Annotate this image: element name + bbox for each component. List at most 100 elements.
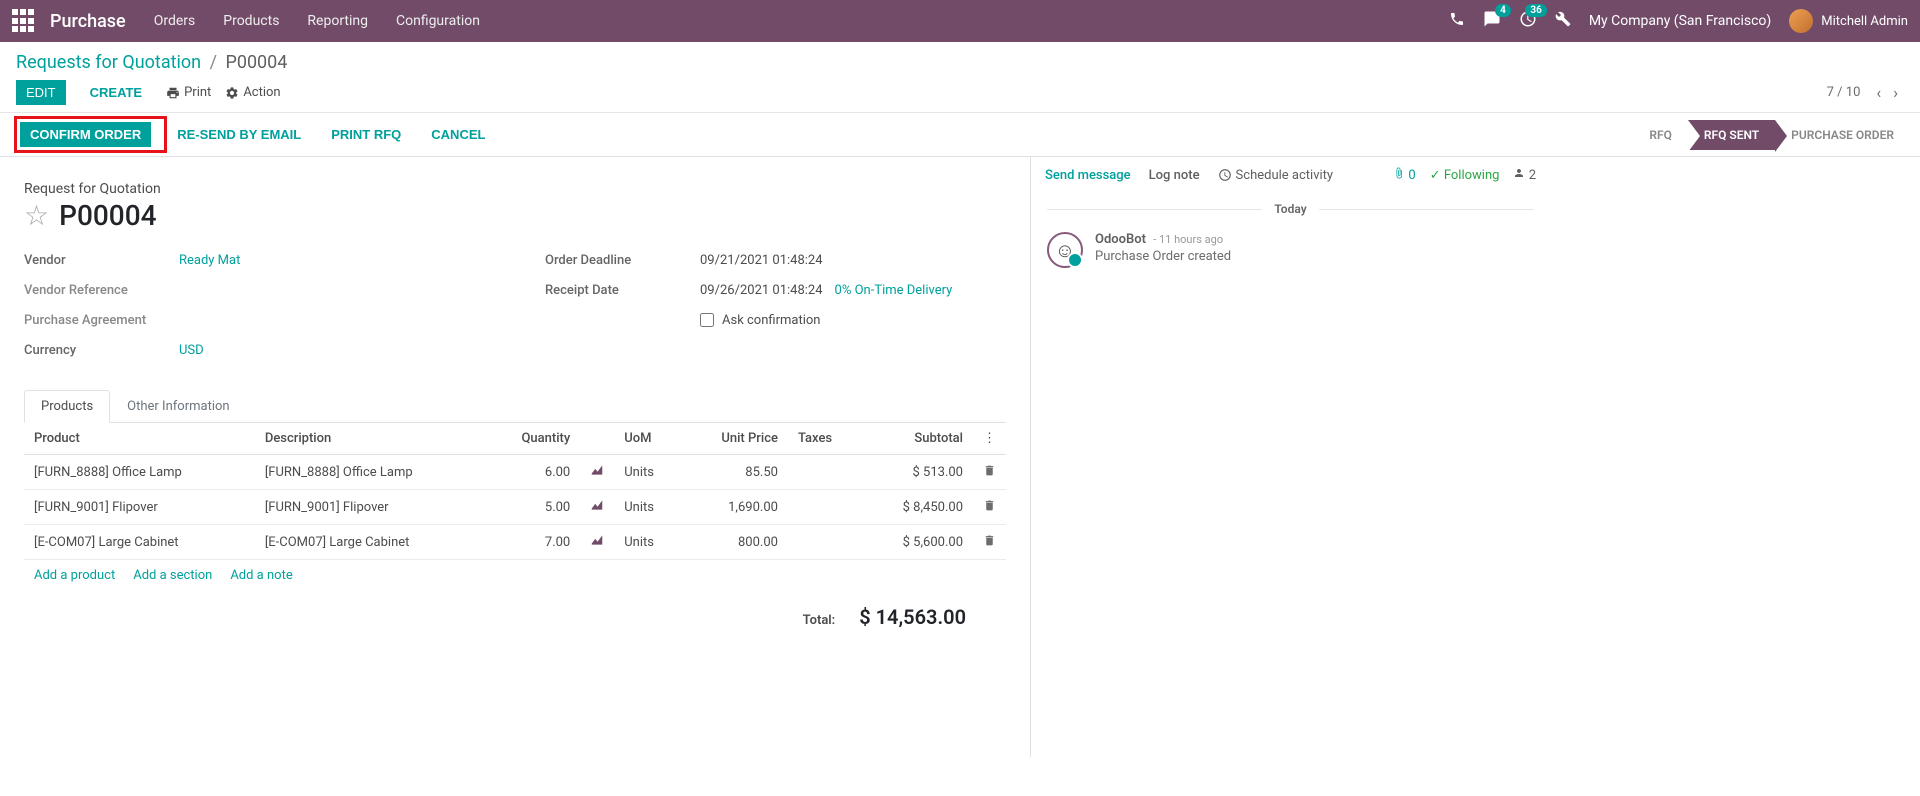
cell-taxes [788, 525, 862, 560]
pager-next[interactable]: › [1887, 79, 1904, 106]
priority-star-icon[interactable]: ☆ [24, 199, 49, 232]
cell-uom: Units [614, 525, 682, 560]
title-label: Request for Quotation [24, 181, 1006, 197]
order-lines-table: Product Description Quantity UoM Unit Pr… [24, 423, 1006, 560]
chatter-message: ☺ OdooBot - 11 hours ago Purchase Order … [1031, 224, 1550, 276]
forecast-icon[interactable] [580, 455, 614, 490]
tab-other-information[interactable]: Other Information [110, 390, 246, 423]
nav-orders[interactable]: Orders [154, 13, 196, 29]
messages-icon[interactable]: 4 [1483, 10, 1501, 32]
print-dropdown[interactable]: Print [166, 85, 211, 100]
vendor-field[interactable]: Ready Mat [179, 253, 240, 268]
table-row[interactable]: [FURN_9001] Flipover[FURN_9001] Flipover… [24, 490, 1006, 525]
table-optional-columns[interactable]: ⋮ [973, 423, 1006, 455]
stage-rfq[interactable]: RFQ [1633, 120, 1688, 150]
resend-email-button[interactable]: RE-SEND BY EMAIL [167, 122, 311, 147]
ask-confirmation-checkbox[interactable] [700, 313, 714, 327]
send-message-link[interactable]: Send message [1045, 168, 1131, 183]
stage-rfq-sent[interactable]: RFQ SENT [1688, 120, 1775, 150]
col-taxes: Taxes [788, 423, 862, 455]
nav-products[interactable]: Products [223, 13, 279, 29]
cell-description: [E-COM07] Large Cabinet [255, 525, 486, 560]
breadcrumb-root[interactable]: Requests for Quotation [16, 52, 201, 73]
debug-icon[interactable] [1555, 11, 1571, 31]
breadcrumb: Requests for Quotation / P00004 [16, 52, 1904, 73]
total-amount: $ 14,563.00 [859, 605, 966, 629]
cell-product: [FURN_8888] Office Lamp [24, 455, 255, 490]
person-icon [1513, 167, 1525, 179]
clock-icon [1218, 168, 1232, 182]
nav-menu: Orders Products Reporting Configuration [154, 13, 480, 29]
pager-prev[interactable]: ‹ [1870, 79, 1887, 106]
activity-icon[interactable]: 36 [1519, 10, 1537, 32]
col-description: Description [255, 423, 486, 455]
cell-subtotal: $ 5,600.00 [862, 525, 973, 560]
apps-icon[interactable] [12, 9, 36, 33]
cell-product: [E-COM07] Large Cabinet [24, 525, 255, 560]
add-section-link[interactable]: Add a section [133, 568, 212, 583]
print-icon [166, 86, 180, 100]
receipt-date-label: Receipt Date [545, 283, 700, 298]
delete-row-icon[interactable] [973, 455, 1006, 490]
add-product-link[interactable]: Add a product [34, 568, 115, 583]
message-author[interactable]: OdooBot [1095, 232, 1146, 247]
pager-value[interactable]: 7 / 10 [1827, 85, 1861, 100]
cell-product: [FURN_9001] Flipover [24, 490, 255, 525]
nav-configuration[interactable]: Configuration [396, 13, 480, 29]
paperclip-icon [1393, 167, 1405, 179]
cell-quantity: 7.00 [486, 525, 581, 560]
add-note-link[interactable]: Add a note [230, 568, 292, 583]
cell-price: 800.00 [683, 525, 788, 560]
delete-row-icon[interactable] [973, 490, 1006, 525]
message-body: Purchase Order created [1095, 249, 1231, 264]
followers-count[interactable]: 2 [1513, 167, 1536, 183]
order-deadline-field: 09/21/2021 01:48:24 [700, 253, 823, 268]
breadcrumb-current: P00004 [225, 52, 287, 73]
message-time: - 11 hours ago [1153, 233, 1223, 246]
cell-taxes [788, 490, 862, 525]
table-row[interactable]: [E-COM07] Large Cabinet[E-COM07] Large C… [24, 525, 1006, 560]
user-menu[interactable]: Mitchell Admin [1789, 9, 1908, 33]
nav-reporting[interactable]: Reporting [307, 13, 368, 29]
forecast-icon[interactable] [580, 525, 614, 560]
stage-purchase-order[interactable]: PURCHASE ORDER [1775, 120, 1910, 150]
table-row[interactable]: [FURN_8888] Office Lamp[FURN_8888] Offic… [24, 455, 1006, 490]
schedule-activity-link[interactable]: Schedule activity [1218, 168, 1334, 183]
title-block: Request for Quotation ☆ P00004 [24, 181, 1006, 232]
tab-products[interactable]: Products [24, 390, 110, 423]
cell-subtotal: $ 513.00 [862, 455, 973, 490]
action-dropdown[interactable]: Action [225, 85, 280, 100]
create-button[interactable]: CREATE [80, 80, 152, 105]
status-stages: RFQ RFQ SENT PURCHASE ORDER [1633, 120, 1910, 150]
col-unit-price: Unit Price [683, 423, 788, 455]
attachments-count[interactable]: 0 [1393, 167, 1416, 183]
cell-quantity: 5.00 [486, 490, 581, 525]
col-quantity: Quantity [486, 423, 581, 455]
following-toggle[interactable]: ✓ Following [1430, 168, 1500, 183]
chatter-date-separator: Today [1262, 202, 1318, 216]
cell-uom: Units [614, 455, 682, 490]
log-note-link[interactable]: Log note [1149, 168, 1200, 183]
company-selector[interactable]: My Company (San Francisco) [1589, 13, 1771, 29]
cell-description: [FURN_8888] Office Lamp [255, 455, 486, 490]
record-name: P00004 [59, 199, 156, 232]
delete-row-icon[interactable] [973, 525, 1006, 560]
cell-taxes [788, 455, 862, 490]
vendor-ref-label: Vendor Reference [24, 283, 179, 298]
confirm-order-button[interactable]: CONFIRM ORDER [20, 122, 151, 147]
forecast-icon[interactable] [580, 490, 614, 525]
edit-button[interactable]: EDIT [16, 80, 66, 105]
print-rfq-button[interactable]: PRINT RFQ [321, 122, 411, 147]
app-brand[interactable]: Purchase [50, 11, 126, 32]
notebook-tabs: Products Other Information [24, 390, 1006, 423]
cancel-button[interactable]: CANCEL [421, 122, 495, 147]
cell-subtotal: $ 8,450.00 [862, 490, 973, 525]
ask-confirmation-label: Ask confirmation [722, 313, 821, 328]
col-subtotal: Subtotal [862, 423, 973, 455]
cell-quantity: 6.00 [486, 455, 581, 490]
messages-badge: 4 [1495, 4, 1511, 17]
ontime-delivery-link[interactable]: 0% On-Time Delivery [835, 283, 953, 298]
phone-icon[interactable] [1449, 11, 1465, 31]
currency-field[interactable]: USD [179, 343, 204, 358]
activity-badge: 36 [1525, 4, 1546, 17]
